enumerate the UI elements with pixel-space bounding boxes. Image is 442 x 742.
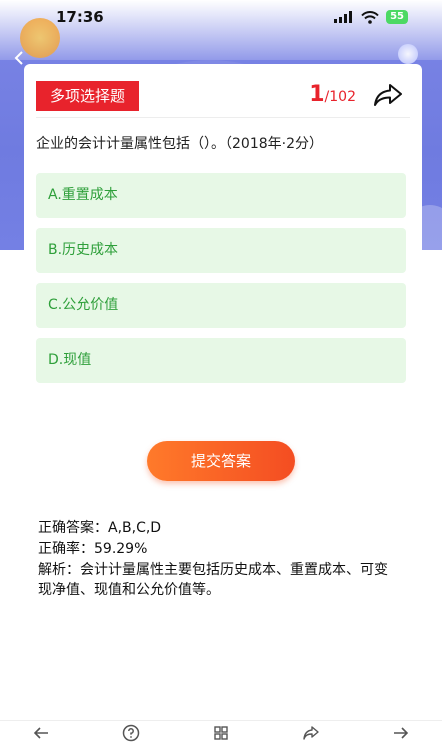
help-circle-icon[interactable] [122,724,140,742]
answer-section: 正确答案：A,B,C,D 正确率：59.29% 解析：会计计量属性主要包括历史成… [38,518,398,601]
question-text: 企业的会计计量属性包括（）。（2018年·2分） [36,136,323,152]
divider [36,117,410,118]
option-d[interactable]: D.现值 [36,338,406,383]
share-icon[interactable] [302,724,320,742]
signal-icon [334,11,353,23]
submit-answer-button[interactable]: 提交答案 [147,441,295,481]
option-b[interactable]: B.历史成本 [36,228,406,273]
question-type-badge: 多项选择题 [36,81,140,111]
share-arrow-icon[interactable] [372,82,404,108]
status-bar: 17:36 55 [0,0,442,34]
battery-indicator: 55 [386,10,408,24]
grid-icon[interactable] [212,724,230,742]
counter-total: /102 [324,89,356,105]
correct-rate: 正确率：59.29% [38,541,148,557]
arrow-left-icon[interactable] [32,724,50,742]
bottom-toolbar [0,720,442,742]
analysis-text: 解析：会计计量属性主要包括历史成本、重置成本、可变现净值、现值和公允价值等。 [38,562,388,598]
correct-answer: 正确答案：A,B,C,D [38,520,162,536]
status-time: 17:36 [56,8,104,26]
question-card: 多项选择题 1 /102 企业的会计计量属性包括（）。（2018年·2分） A.… [24,64,422,404]
option-c[interactable]: C.公允价值 [36,283,406,328]
decor-bubble [398,44,418,64]
option-a[interactable]: A.重置成本 [36,173,406,218]
chevron-left-icon[interactable] [12,50,28,66]
arrow-right-icon[interactable] [392,724,410,742]
wifi-icon [361,10,379,24]
question-counter: 1 /102 [309,82,356,107]
counter-current: 1 [309,82,325,107]
